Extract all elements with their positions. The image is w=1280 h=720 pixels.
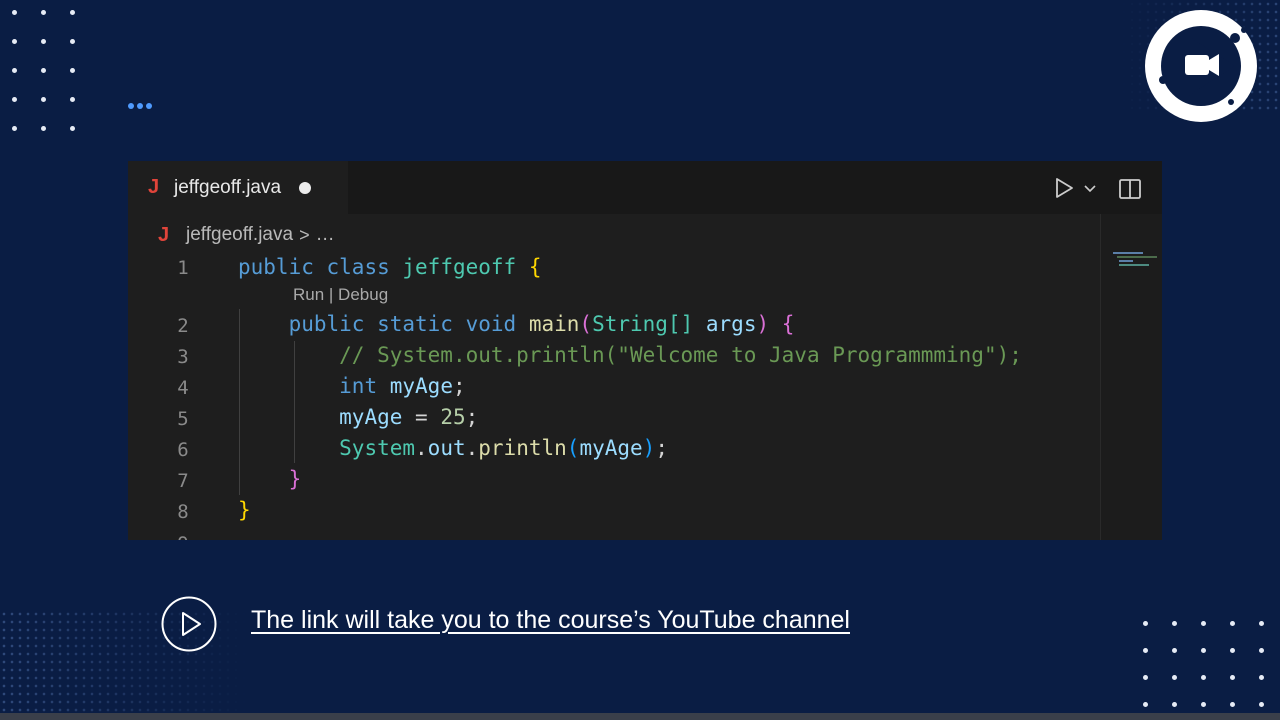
video-logo-icon [1145, 10, 1257, 122]
keyword: class [326, 255, 390, 279]
line-number: 8 [177, 501, 189, 523]
decorative-dot-grid-top-left [12, 10, 75, 131]
operator: = [402, 405, 441, 429]
line-number: 9 [168, 533, 198, 540]
line-number: 7 [177, 470, 189, 492]
codelens-run-debug[interactable]: Run | Debug [293, 285, 388, 305]
semicolon: ; [452, 374, 466, 398]
paren: ( [566, 436, 580, 460]
ellipsis-dots-icon [128, 103, 152, 109]
paren: ( [579, 312, 593, 336]
number: 25 [440, 405, 466, 429]
keyword: static [377, 312, 453, 336]
line-number: 1 [177, 257, 189, 279]
code-line-7[interactable]: } [238, 467, 302, 491]
split-editor-icon[interactable] [1118, 177, 1142, 201]
paren: ) [642, 436, 656, 460]
breadcrumb-file[interactable]: jeffgeoff.java [186, 224, 293, 246]
unsaved-dot-icon[interactable] [299, 181, 312, 194]
breadcrumb-more[interactable]: … [316, 224, 335, 246]
line-number: 5 [177, 408, 189, 430]
variable: myAge [389, 374, 453, 398]
class-name: System [339, 436, 416, 460]
keyword: int [339, 374, 378, 398]
chevron-down-icon[interactable] [1083, 181, 1097, 195]
editor-tab-jeffgeoff[interactable]: J jeffgeoff.java [128, 161, 348, 214]
paren: ) [756, 312, 770, 336]
breadcrumb-separator: > [299, 224, 310, 245]
brace: } [238, 498, 251, 522]
code-line-5[interactable]: myAge = 25; [238, 405, 478, 429]
class-name: jeffgeoff [402, 255, 517, 279]
bottom-border [0, 713, 1280, 720]
brace: } [288, 467, 302, 491]
youtube-channel-link[interactable]: The link will take you to the course’s Y… [251, 606, 850, 635]
type: String[] [592, 312, 694, 336]
code-editor-window: J jeffgeoff.java J jeffgeoff.java > … 1 … [128, 161, 1162, 540]
code-line-2[interactable]: public static void main(String[] args) { [238, 312, 795, 336]
keyword: public [238, 255, 314, 279]
tab-filename: jeffgeoff.java [174, 176, 282, 198]
dot: . [415, 436, 428, 460]
code-line-6[interactable]: System.out.println(myAge); [238, 436, 668, 460]
breadcrumb: J jeffgeoff.java > … [158, 223, 335, 247]
code-line-8[interactable]: } [238, 498, 251, 522]
keyword: public [288, 312, 365, 336]
param: args [705, 312, 757, 336]
minimap[interactable] [1100, 214, 1162, 540]
code-line-1[interactable]: public class jeffgeoff { [238, 255, 542, 279]
editor-tab-bar: J jeffgeoff.java [128, 161, 1162, 214]
java-icon: J [148, 176, 160, 198]
line-number: 2 [177, 315, 189, 337]
comment: // System.out.println("Welcome to Java P… [339, 343, 1022, 367]
variable: myAge [339, 405, 403, 429]
line-number: 6 [177, 439, 189, 461]
dot: . [465, 436, 479, 460]
function-name: println [478, 436, 567, 460]
line-number: 3 [177, 346, 189, 368]
brace: { [781, 312, 795, 336]
semicolon: ; [465, 405, 479, 429]
code-line-3[interactable]: // System.out.println("Welcome to Java P… [238, 343, 1022, 367]
java-icon: J [158, 223, 170, 246]
variable: myAge [579, 436, 643, 460]
line-number: 4 [177, 377, 189, 399]
semicolon: ; [655, 436, 668, 460]
function-name: main [528, 312, 580, 336]
keyword: void [465, 312, 517, 336]
code-line-4[interactable]: int myAge; [238, 374, 466, 398]
field: out [427, 436, 466, 460]
run-play-icon[interactable] [1053, 177, 1075, 199]
play-circle-icon[interactable] [161, 596, 217, 652]
brace: { [528, 255, 542, 279]
decorative-dot-grid-bottom-right [1143, 621, 1264, 707]
